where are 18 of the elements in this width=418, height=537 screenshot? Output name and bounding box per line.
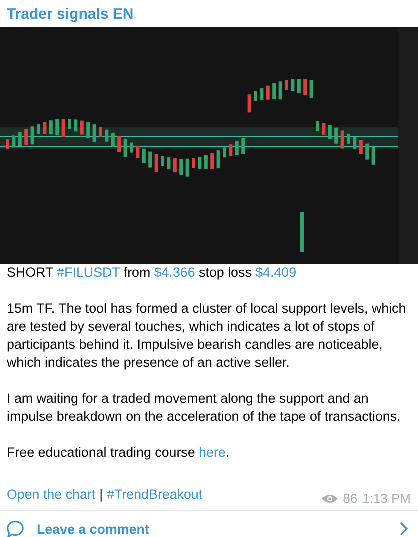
post-time: 1:13 PM (362, 491, 411, 506)
footer-link[interactable]: Open the chart (7, 487, 96, 502)
leave-comment-link[interactable]: Leave a comment (37, 522, 400, 536)
post-paragraph: Free educational trading course here. (7, 444, 231, 462)
post-paragraph: 15m TF. The tool has formed a cluster of local support levels, which are tested by several touches, which indicates a lot of stops of participants behind it. Impulsive bearish candles are noticeable, which indicates the presence of an active seller. (7, 300, 408, 372)
channel-title[interactable]: Trader signals EN (0, 0, 418, 27)
post-paragraph: I am waiting for a traded movement along the support and an impulse breakdown on the acceleration of the tape of transactions. (7, 390, 402, 426)
eye-icon (322, 494, 338, 504)
comment-icon (6, 520, 25, 537)
post-link[interactable]: #FILUSDT (57, 265, 120, 280)
chevron-right-icon[interactable] (400, 522, 408, 536)
separator: | (100, 487, 104, 502)
footer-link[interactable]: #TrendBreakout (107, 487, 203, 502)
post-link[interactable]: here (199, 445, 226, 460)
post-paragraph: SHORT #FILUSDT from $4.366 stop loss $4.409 (7, 264, 298, 282)
post-link[interactable]: $4.366 (154, 265, 196, 280)
view-count: 86 (343, 491, 358, 506)
post-link[interactable]: $4.409 (256, 265, 297, 280)
